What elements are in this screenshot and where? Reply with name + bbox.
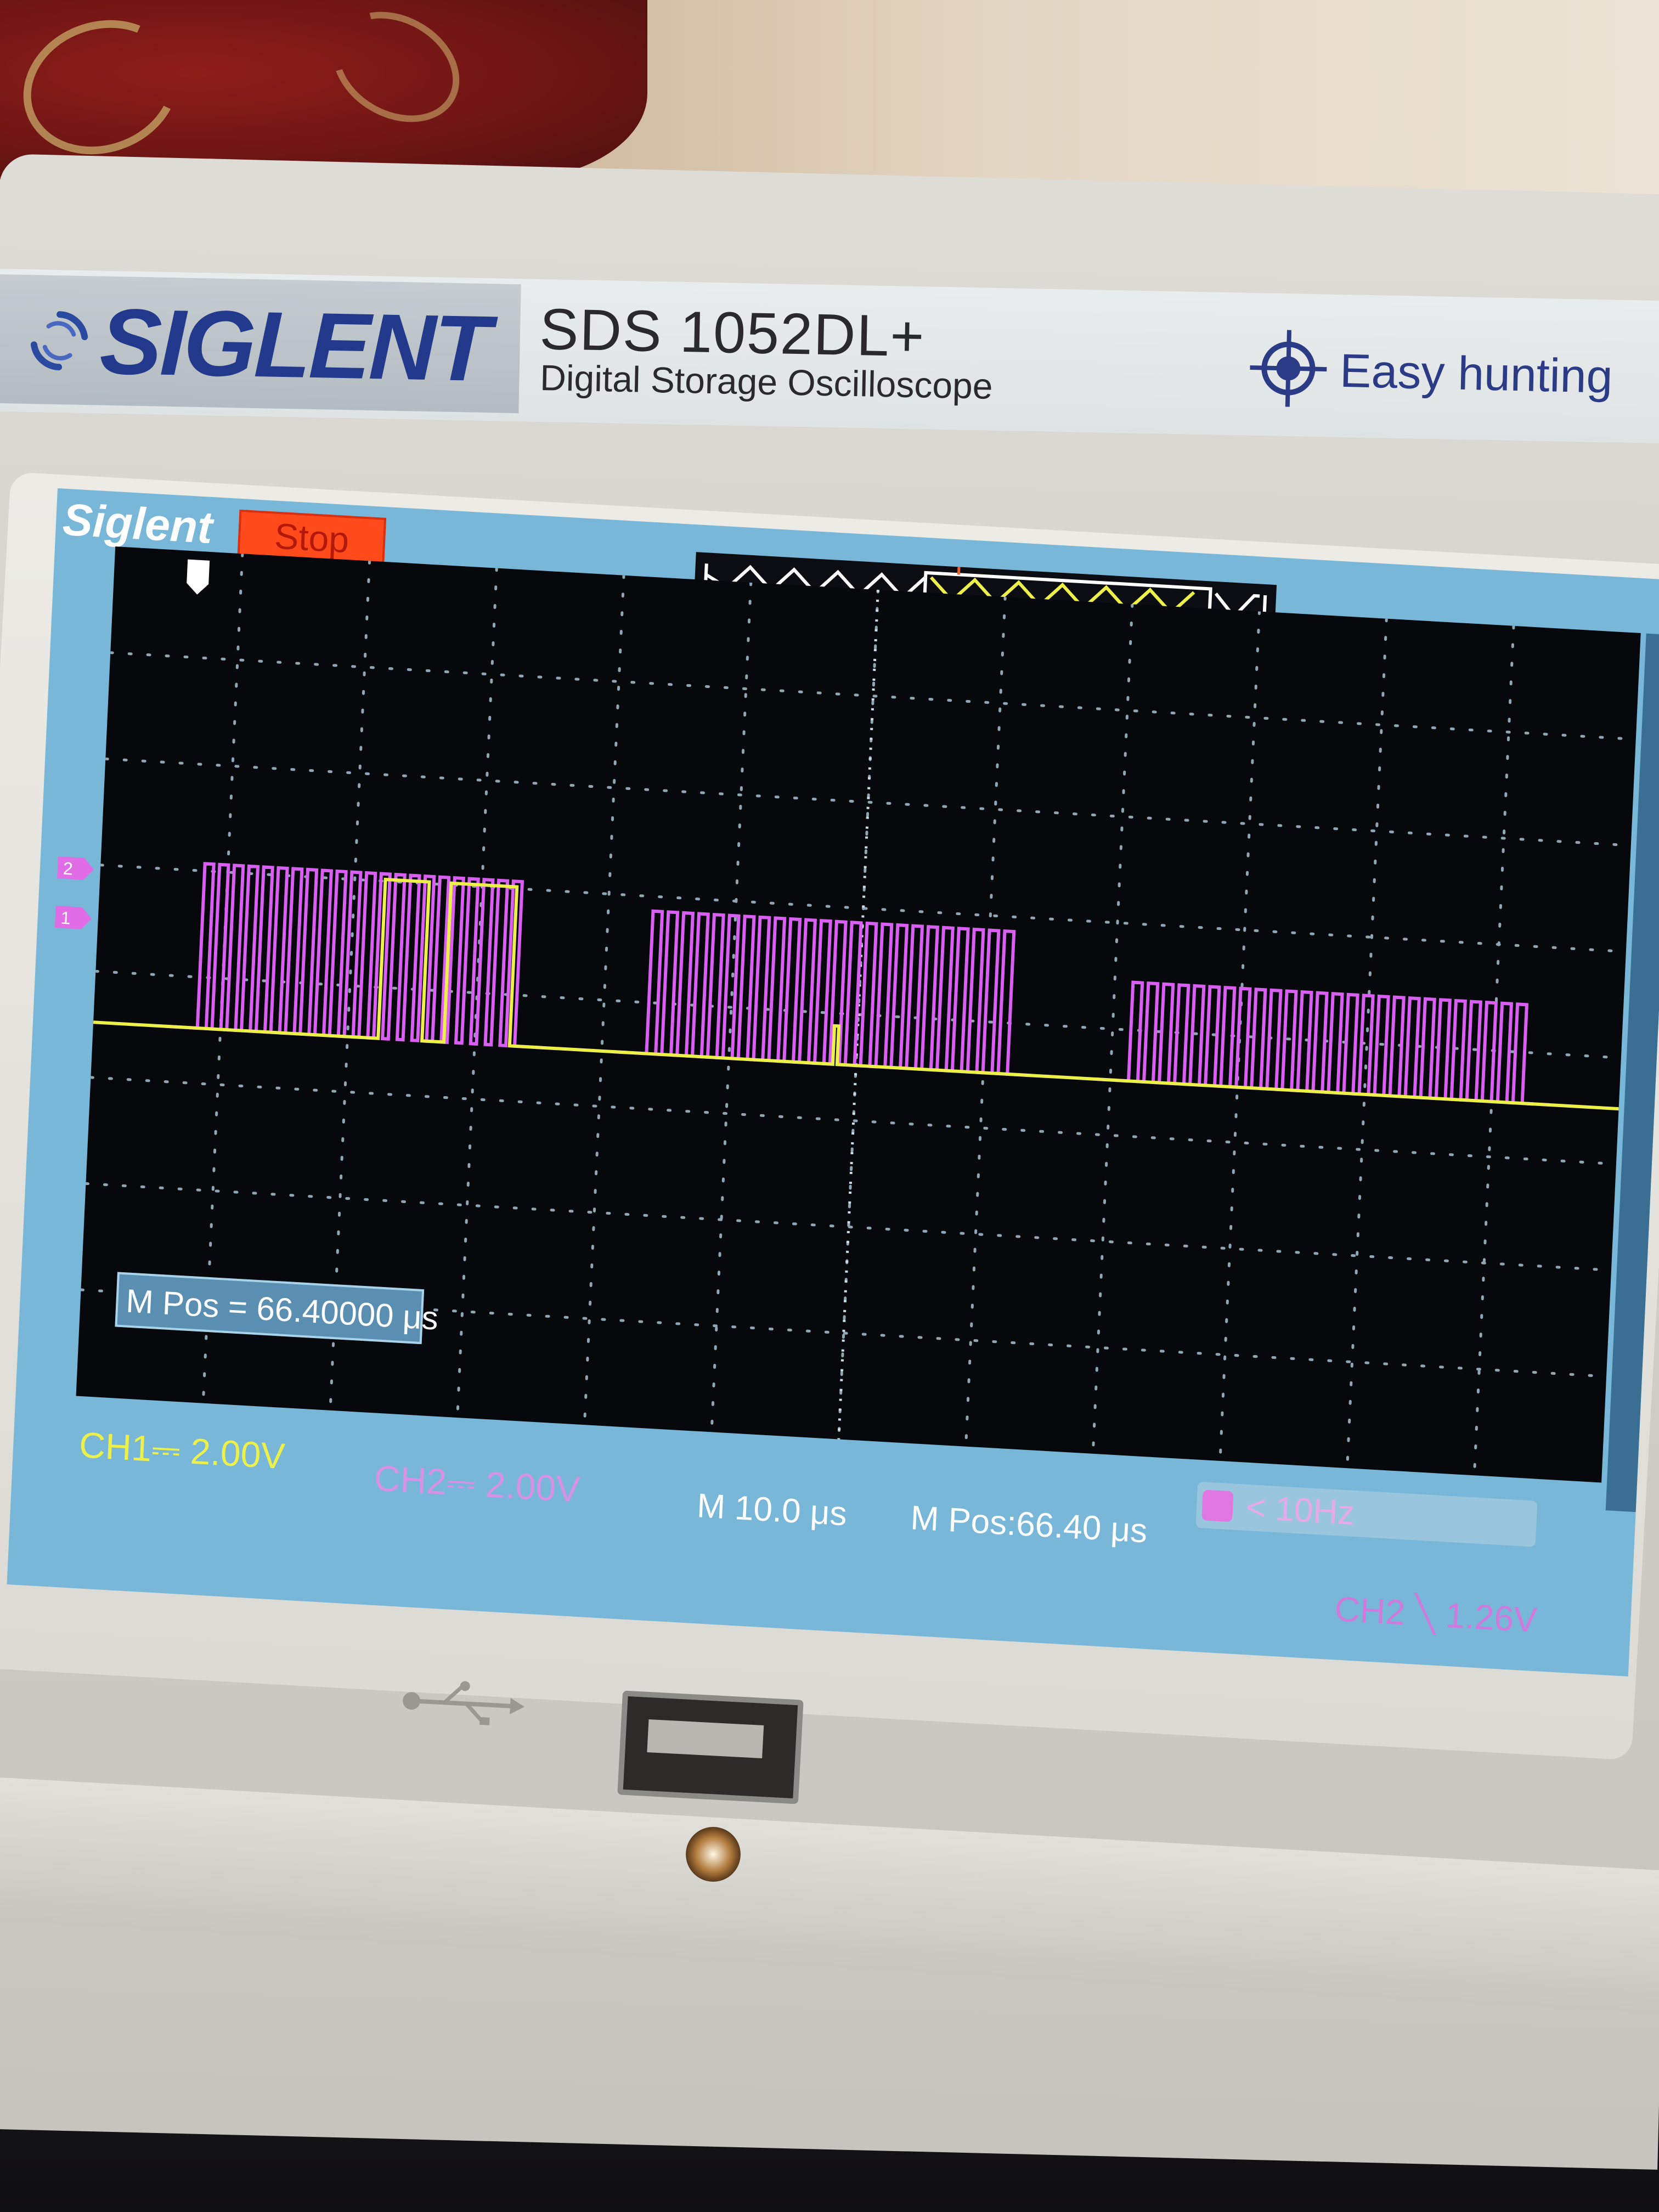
svg-text:1: 1 <box>60 908 71 928</box>
ch2-waveform-burst <box>613 909 1036 1077</box>
siglent-logo: SIGLENT <box>25 285 510 404</box>
ch2-waveform-burst <box>164 862 543 1049</box>
ch2-vertical-scale: CH2⎓ 2.00V <box>373 1457 581 1510</box>
ch1-vertical-scale: CH1⎓ 2.00V <box>78 1424 286 1477</box>
model-subtitle: Digital Storage Oscilloscope <box>539 357 994 407</box>
front-panel-screw <box>686 1827 741 1882</box>
grid-line-horizontal <box>104 757 1633 847</box>
trigger-position-marker-icon[interactable] <box>184 557 211 597</box>
oscilloscope-screen: Siglent Stop 2 1 M Pos = 66.40000 μs CH1… <box>7 488 1659 1677</box>
screen-brand: Siglent <box>61 494 214 554</box>
trigger-frequency-value: < 10Hz <box>1245 1488 1356 1533</box>
trigger-frequency: < 10Hz <box>1195 1481 1538 1547</box>
trigger-source-icon <box>1201 1489 1234 1522</box>
ch2-waveform-burst <box>1095 980 1550 1107</box>
grid-line-horizontal <box>84 1182 1613 1272</box>
grid-line-vertical <box>329 559 371 1412</box>
grid-line-vertical <box>1091 602 1134 1455</box>
brand-logo-text: SIGLENT <box>99 289 490 402</box>
svg-text:2: 2 <box>63 859 73 879</box>
crosshair-icon <box>1249 329 1328 410</box>
ch1-marker-icon: 1 <box>54 906 92 929</box>
ch2-marker-icon: 2 <box>57 856 94 880</box>
channel-markers: 2 1 <box>51 851 100 963</box>
timebase-scale: M 10.0 μs <box>696 1487 848 1533</box>
sync-icon <box>26 307 93 374</box>
grid-line-horizontal <box>89 1076 1618 1166</box>
easy-hunting-badge: Easy hunting <box>1249 329 1613 417</box>
usb-port[interactable] <box>617 1690 804 1804</box>
usb-port-tongue <box>647 1719 764 1758</box>
trigger-level: CH2 ╲ 1.26V <box>1334 1589 1538 1640</box>
easy-hunting-label: Easy hunting <box>1339 344 1613 403</box>
waveform-graticule <box>76 546 1641 1483</box>
memory-position: M Pos:66.40 μs <box>910 1499 1148 1550</box>
usb-icon <box>394 1675 528 1731</box>
grid-line-horizontal <box>109 651 1638 741</box>
